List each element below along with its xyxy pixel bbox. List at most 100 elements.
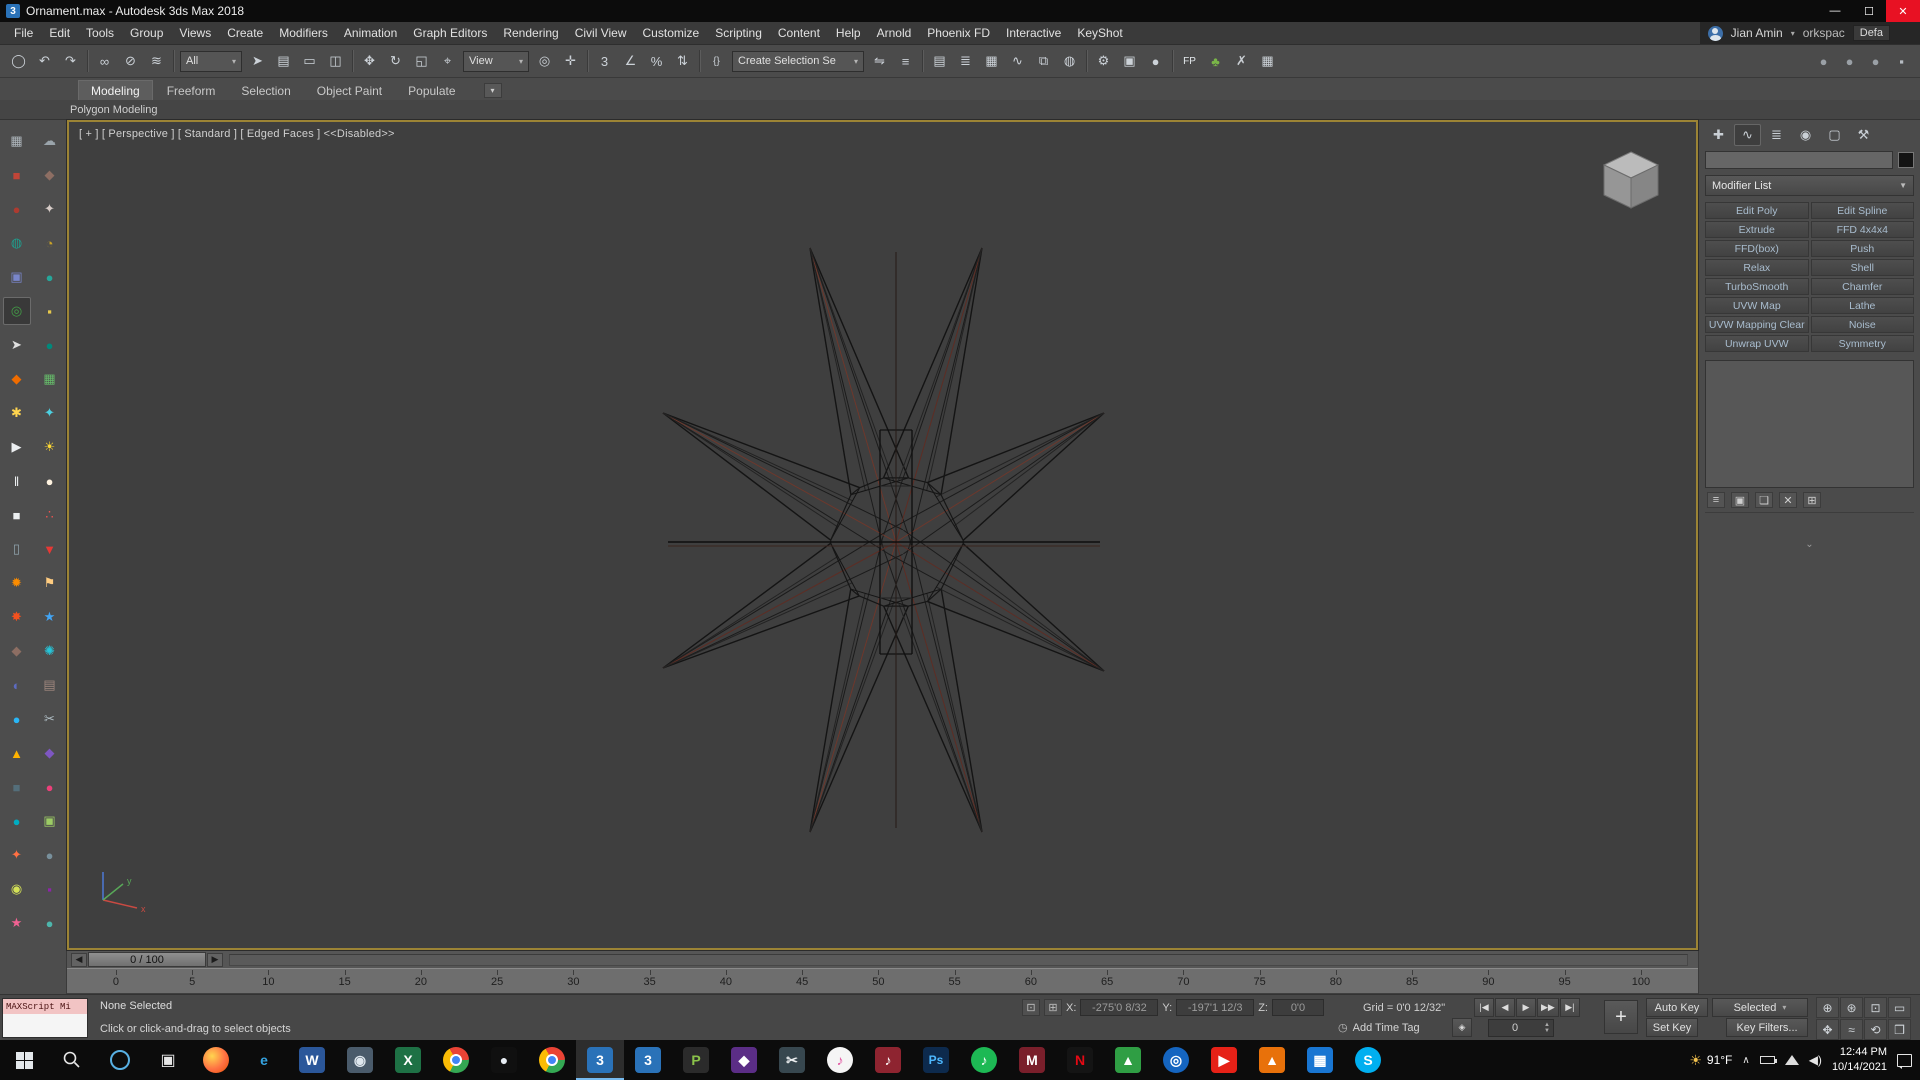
workspace-dropdown[interactable]: Defa — [1853, 25, 1890, 41]
isolate-toggle-3-icon[interactable]: ● — [1863, 49, 1888, 74]
taskbar-search-button[interactable] — [48, 1040, 96, 1080]
orbit-icon[interactable]: ⟲ — [1864, 1019, 1887, 1040]
next-frame-arrow[interactable]: ▶ — [207, 953, 223, 967]
redo-icon[interactable]: ↷ — [58, 49, 83, 74]
menu-help[interactable]: Help — [828, 23, 869, 43]
left-tool-31-icon[interactable]: ◆ — [3, 637, 31, 665]
left-tool-16-icon[interactable]: ▦ — [36, 365, 64, 393]
taskbar-spotify[interactable]: ♪ — [960, 1040, 1008, 1080]
menu-customize[interactable]: Customize — [635, 23, 708, 43]
left-tool-44-icon[interactable]: ● — [36, 841, 64, 869]
ribbon-tab-populate[interactable]: Populate — [396, 81, 467, 100]
ribbon-tab-selection[interactable]: Selection — [229, 81, 302, 100]
left-tool-6-icon[interactable]: ✦ — [36, 195, 64, 223]
ribbon-tab-object-paint[interactable]: Object Paint — [305, 81, 394, 100]
left-tool-23-icon[interactable]: ■ — [3, 501, 31, 529]
left-tool-9-icon[interactable]: ▣ — [3, 263, 31, 291]
time-slider-handle[interactable]: 0 / 100 — [88, 952, 206, 967]
taskbar-internet-explorer[interactable]: e — [240, 1040, 288, 1080]
utilities-tab-icon[interactable]: ⚒ — [1850, 124, 1877, 146]
taskbar-vlc[interactable]: ▲ — [1248, 1040, 1296, 1080]
play-button[interactable]: ▶ — [1516, 998, 1536, 1017]
taskbar-android-emulator[interactable]: ▲ — [1104, 1040, 1152, 1080]
cortana-button[interactable] — [96, 1040, 144, 1080]
zoom-extents-icon[interactable]: ⊡ — [1864, 997, 1887, 1018]
modifier-button-uvw-mapping-clear[interactable]: UVW Mapping Clear — [1705, 316, 1809, 333]
left-tool-26-icon[interactable]: ▼ — [36, 535, 64, 563]
isolate-toggle-2-icon[interactable]: ● — [1837, 49, 1862, 74]
ribbon-tab-freeform[interactable]: Freeform — [155, 81, 228, 100]
modifier-button-ffd-4x4x4[interactable]: FFD 4x4x4 — [1811, 221, 1915, 238]
menu-create[interactable]: Create — [219, 23, 271, 43]
left-tool-17-icon[interactable]: ✱ — [3, 399, 31, 427]
taskbar-clock[interactable]: 12:44 PM 10/14/2021 — [1832, 1045, 1887, 1075]
left-tool-15-icon[interactable]: ◆ — [3, 365, 31, 393]
key-selection-dropdown[interactable]: Selected ▾ — [1712, 998, 1808, 1017]
current-frame-spinner[interactable]: 0 ▲▼ — [1488, 1019, 1554, 1037]
left-tool-28-icon[interactable]: ⚑ — [36, 569, 64, 597]
z-coordinate-field[interactable]: 0'0 — [1272, 999, 1324, 1016]
taskbar-3ds-max-beta[interactable]: 3 — [624, 1040, 672, 1080]
left-tool-46-icon[interactable]: ▪ — [36, 875, 64, 903]
menu-civil-view[interactable]: Civil View — [567, 23, 635, 43]
maximize-button[interactable]: ☐ — [1852, 0, 1886, 22]
modifier-button-unwrap-uvw[interactable]: Unwrap UVW — [1705, 335, 1809, 352]
menu-phoenix-fd[interactable]: Phoenix FD — [919, 23, 998, 43]
modifier-button-chamfer[interactable]: Chamfer — [1811, 278, 1915, 295]
zoom-icon[interactable]: ⊕ — [1816, 997, 1839, 1018]
modifier-list-dropdown[interactable]: Modifier List ▼ — [1705, 175, 1914, 196]
walkthrough-icon[interactable]: ≈ — [1840, 1019, 1863, 1040]
left-tool-10-icon[interactable]: ● — [36, 263, 64, 291]
ribbon-display-icon[interactable]: ▾ — [484, 83, 502, 98]
session-icon[interactable]: ◯ — [6, 49, 31, 74]
taskbar-maya[interactable]: M — [1008, 1040, 1056, 1080]
minimize-button[interactable]: — — [1818, 0, 1852, 22]
left-tool-38-icon[interactable]: ◆ — [36, 739, 64, 767]
left-tool-5-icon[interactable]: ● — [3, 195, 31, 223]
modifier-button-extrude[interactable]: Extrude — [1705, 221, 1809, 238]
modifier-stack[interactable] — [1705, 360, 1914, 488]
select-object-icon[interactable]: ➤ — [245, 49, 270, 74]
mirror-icon[interactable]: ⇋ — [867, 49, 892, 74]
left-tool-32-icon[interactable]: ✺ — [36, 637, 64, 665]
select-and-place-icon[interactable]: ⌖ — [435, 49, 460, 74]
object-color-swatch[interactable] — [1898, 152, 1914, 168]
left-tool-25-icon[interactable]: ▯ — [3, 535, 31, 563]
left-tool-47-icon[interactable]: ★ — [3, 909, 31, 937]
modifier-button-push[interactable]: Push — [1811, 240, 1915, 257]
make-unique-icon[interactable]: ❏ — [1755, 492, 1773, 508]
menu-interactive[interactable]: Interactive — [998, 23, 1069, 43]
taskbar-pycharm[interactable]: P — [672, 1040, 720, 1080]
start-button[interactable] — [0, 1040, 48, 1080]
modifier-button-relax[interactable]: Relax — [1705, 259, 1809, 276]
left-tool-27-icon[interactable]: ✹ — [3, 569, 31, 597]
modifier-button-uvw-map[interactable]: UVW Map — [1705, 297, 1809, 314]
spinner-arrows-icon[interactable]: ▲▼ — [1541, 1022, 1553, 1034]
menu-arnold[interactable]: Arnold — [869, 23, 920, 43]
toggle-layer-explorer-icon[interactable]: ≣ — [953, 49, 978, 74]
taskbar-browser-app[interactable]: ◎ — [1152, 1040, 1200, 1080]
left-tool-34-icon[interactable]: ▤ — [36, 671, 64, 699]
left-tool-20-icon[interactable]: ☀ — [36, 433, 64, 461]
remove-modifier-icon[interactable]: ✕ — [1779, 492, 1797, 508]
transform-typein-toggle-icon[interactable]: ⊞ — [1044, 999, 1062, 1016]
wifi-icon[interactable] — [1785, 1055, 1799, 1065]
taskbar-youtube[interactable]: ▶ — [1200, 1040, 1248, 1080]
left-tool-30-icon[interactable]: ★ — [36, 603, 64, 631]
taskbar-firefox[interactable] — [192, 1040, 240, 1080]
left-tool-4-icon[interactable]: ◆ — [36, 161, 64, 189]
menu-scripting[interactable]: Scripting — [707, 23, 770, 43]
key-mode-toggle-icon[interactable]: ◈ — [1452, 1018, 1472, 1037]
modifier-button-shell[interactable]: Shell — [1811, 259, 1915, 276]
weather-widget[interactable]: ☀ 91°F — [1689, 1052, 1732, 1069]
previous-frame-button[interactable]: ◀ — [1495, 998, 1515, 1017]
action-center-icon[interactable] — [1897, 1054, 1912, 1067]
left-tool-37-icon[interactable]: ▲ — [3, 739, 31, 767]
track-bar[interactable]: 0510152025303540455055606570758085909510… — [67, 968, 1698, 994]
taskbar-camera-app[interactable]: ◉ — [336, 1040, 384, 1080]
modifier-button-edit-spline[interactable]: Edit Spline — [1811, 202, 1915, 219]
go-to-end-button[interactable]: ▶| — [1560, 998, 1580, 1017]
left-tool-22-icon[interactable]: ● — [36, 467, 64, 495]
taskbar-itunes[interactable]: ♪ — [816, 1040, 864, 1080]
left-tool-19-icon[interactable]: ▶ — [3, 433, 31, 461]
